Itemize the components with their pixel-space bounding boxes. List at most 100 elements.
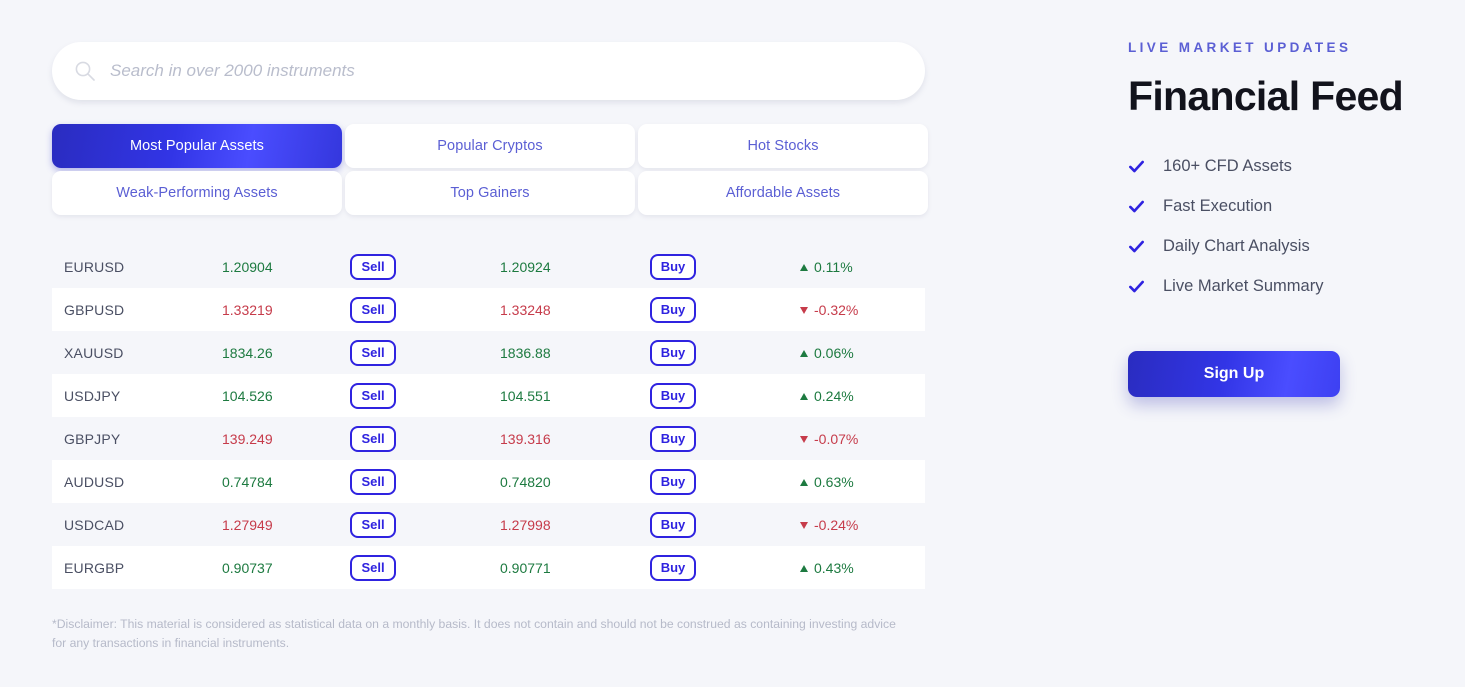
cell-sell-price: 0.74784: [222, 473, 273, 490]
buy-button[interactable]: Buy: [650, 339, 696, 366]
table-row: USDCAD 1.27949 Sell 1.27998 Buy -0.24%: [52, 503, 925, 546]
tab-most-popular-assets[interactable]: Most Popular Assets: [52, 124, 342, 168]
cell-change: 0.24%: [800, 374, 925, 417]
table-row: GBPJPY 139.249 Sell 139.316 Buy -0.07%: [52, 417, 925, 460]
status-badge: 0.11%: [800, 259, 853, 275]
cell-symbol: GBPJPY: [64, 430, 121, 447]
sell-button[interactable]: Sell: [350, 339, 396, 366]
search-bar[interactable]: [52, 42, 925, 100]
arrow-up-icon: [800, 263, 808, 271]
cell-buy-action: Buy: [650, 417, 800, 460]
arrow-down-icon: [800, 521, 808, 529]
change-value: 0.24%: [814, 388, 854, 405]
status-badge: 0.63%: [800, 474, 854, 490]
sign-up-button[interactable]: Sign Up: [1128, 351, 1340, 397]
sell-button[interactable]: Sell: [350, 253, 396, 280]
tab-top-gainers[interactable]: Top Gainers: [345, 171, 635, 215]
cell-symbol: XAUUSD: [64, 344, 124, 361]
financial-feed-panel: LIVE MARKET UPDATES Financial Feed 160+ …: [1128, 40, 1428, 397]
cell-sell-action: Sell: [350, 245, 500, 288]
list-item: Fast Execution: [1128, 186, 1428, 226]
tab-label: Top Gainers: [450, 185, 530, 201]
tab-label: Hot Stocks: [747, 138, 819, 154]
arrow-down-icon: [800, 306, 808, 314]
list-item: Live Market Summary: [1128, 266, 1428, 306]
change-value: 0.43%: [814, 560, 854, 577]
cell-buy-price: 1836.88: [500, 344, 551, 361]
change-value: -0.07%: [814, 431, 859, 448]
sell-button[interactable]: Sell: [350, 554, 396, 581]
buy-button[interactable]: Buy: [650, 468, 696, 495]
change-value: -0.24%: [814, 517, 859, 534]
cell-symbol: USDJPY: [64, 387, 121, 404]
sell-button[interactable]: Sell: [350, 511, 396, 538]
feature-label: 160+ CFD Assets: [1163, 156, 1292, 175]
category-tabs: Most Popular Assets Popular Cryptos Hot …: [52, 124, 928, 215]
tab-popular-cryptos[interactable]: Popular Cryptos: [345, 124, 635, 168]
status-badge: 0.06%: [800, 345, 854, 361]
table-row: EURGBP 0.90737 Sell 0.90771 Buy 0.43%: [52, 546, 925, 589]
check-icon: [1128, 198, 1145, 215]
status-badge: -0.32%: [800, 302, 858, 318]
sell-button[interactable]: Sell: [350, 382, 396, 409]
list-item: 160+ CFD Assets: [1128, 146, 1428, 186]
cell-sell-action: Sell: [350, 503, 500, 546]
feature-label: Live Market Summary: [1163, 276, 1324, 295]
instrument-quote-table: EURUSD 1.20904 Sell 1.20924 Buy 0.11% GBPUSD 1.…: [52, 245, 925, 589]
cell-sell-action: Sell: [350, 288, 500, 331]
arrow-down-icon: [800, 435, 808, 443]
list-item: Daily Chart Analysis: [1128, 226, 1428, 266]
cell-sell-price: 104.526: [222, 387, 273, 404]
sell-button[interactable]: Sell: [350, 468, 396, 495]
buy-button[interactable]: Buy: [650, 511, 696, 538]
arrow-up-icon: [800, 478, 808, 486]
sell-button[interactable]: Sell: [350, 296, 396, 323]
cell-change: 0.43%: [800, 546, 925, 589]
table-row: GBPUSD 1.33219 Sell 1.33248 Buy -0.32%: [52, 288, 925, 331]
tab-label: Weak-Performing Assets: [116, 185, 278, 201]
cell-buy-action: Buy: [650, 460, 800, 503]
buy-button[interactable]: Buy: [650, 253, 696, 280]
table-row: XAUUSD 1834.26 Sell 1836.88 Buy 0.06%: [52, 331, 925, 374]
cell-symbol: AUDUSD: [64, 473, 125, 490]
cell-sell-price: 1.33219: [222, 301, 273, 318]
tab-label: Affordable Assets: [725, 185, 841, 201]
buy-button[interactable]: Buy: [650, 554, 696, 581]
cell-change: -0.07%: [800, 417, 925, 460]
search-input[interactable]: [110, 42, 903, 100]
tab-label: Most Popular Assets: [129, 138, 265, 154]
cell-change: 0.11%: [800, 245, 925, 288]
cell-sell-price: 1.27949: [222, 516, 273, 533]
cell-symbol: GBPUSD: [64, 301, 125, 318]
cell-sell-action: Sell: [350, 460, 500, 503]
cell-symbol: EURUSD: [64, 258, 125, 275]
disclaimer-text: *Disclaimer: This material is considered…: [52, 617, 896, 650]
tab-weak-performing-assets[interactable]: Weak-Performing Assets: [52, 171, 342, 215]
tab-affordable-assets[interactable]: Affordable Assets: [638, 171, 928, 215]
tab-hot-stocks[interactable]: Hot Stocks: [638, 124, 928, 168]
cell-change: 0.63%: [800, 460, 925, 503]
search-icon: [74, 60, 96, 82]
buy-button[interactable]: Buy: [650, 425, 696, 452]
cell-buy-action: Buy: [650, 245, 800, 288]
cell-sell-price: 1.20904: [222, 258, 273, 275]
status-badge: -0.24%: [800, 517, 858, 533]
cell-sell-action: Sell: [350, 374, 500, 417]
cell-buy-price: 0.74820: [500, 473, 551, 490]
check-icon: [1128, 238, 1145, 255]
cell-buy-price: 139.316: [500, 430, 551, 447]
change-value: 0.63%: [814, 474, 854, 491]
cell-sell-price: 0.90737: [222, 559, 273, 576]
buy-button[interactable]: Buy: [650, 382, 696, 409]
cell-buy-action: Buy: [650, 331, 800, 374]
cell-buy-action: Buy: [650, 288, 800, 331]
cell-sell-action: Sell: [350, 417, 500, 460]
check-icon: [1128, 278, 1145, 295]
arrow-up-icon: [800, 392, 808, 400]
cell-sell-price: 1834.26: [222, 344, 273, 361]
sell-button[interactable]: Sell: [350, 425, 396, 452]
feature-list: 160+ CFD Assets Fast Execution Daily Chart…: [1128, 146, 1428, 306]
change-value: 0.11%: [814, 259, 853, 276]
buy-button[interactable]: Buy: [650, 296, 696, 323]
cell-buy-price: 104.551: [500, 387, 551, 404]
